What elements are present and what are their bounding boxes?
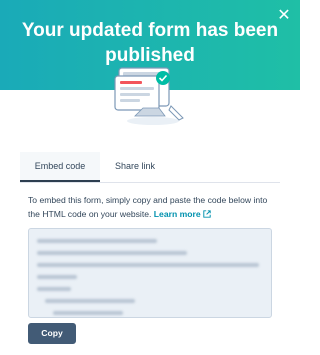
tab-share-link[interactable]: Share link bbox=[100, 152, 170, 180]
code-line bbox=[53, 311, 123, 315]
code-line bbox=[37, 239, 157, 243]
code-line bbox=[37, 263, 259, 267]
learn-more-link[interactable]: Learn more bbox=[154, 209, 211, 219]
tabs-divider bbox=[20, 182, 280, 183]
code-line bbox=[37, 275, 77, 279]
code-line bbox=[37, 287, 71, 291]
copy-button[interactable]: Copy bbox=[28, 323, 76, 344]
code-line bbox=[37, 251, 187, 255]
modal-title: Your updated form has been published bbox=[21, 20, 279, 66]
tab-embed-code[interactable]: Embed code bbox=[20, 152, 100, 182]
embed-description: To embed this form, simply copy and past… bbox=[28, 193, 278, 221]
tab-bar: Embed code Share link bbox=[20, 152, 280, 182]
code-line bbox=[45, 299, 135, 303]
embed-code-box[interactable] bbox=[28, 228, 272, 318]
learn-more-label: Learn more bbox=[153, 209, 201, 219]
external-link-icon bbox=[202, 210, 211, 218]
embed-description-text: To embed this form, simply copy and past… bbox=[28, 195, 268, 219]
published-form-illustration bbox=[114, 67, 184, 125]
